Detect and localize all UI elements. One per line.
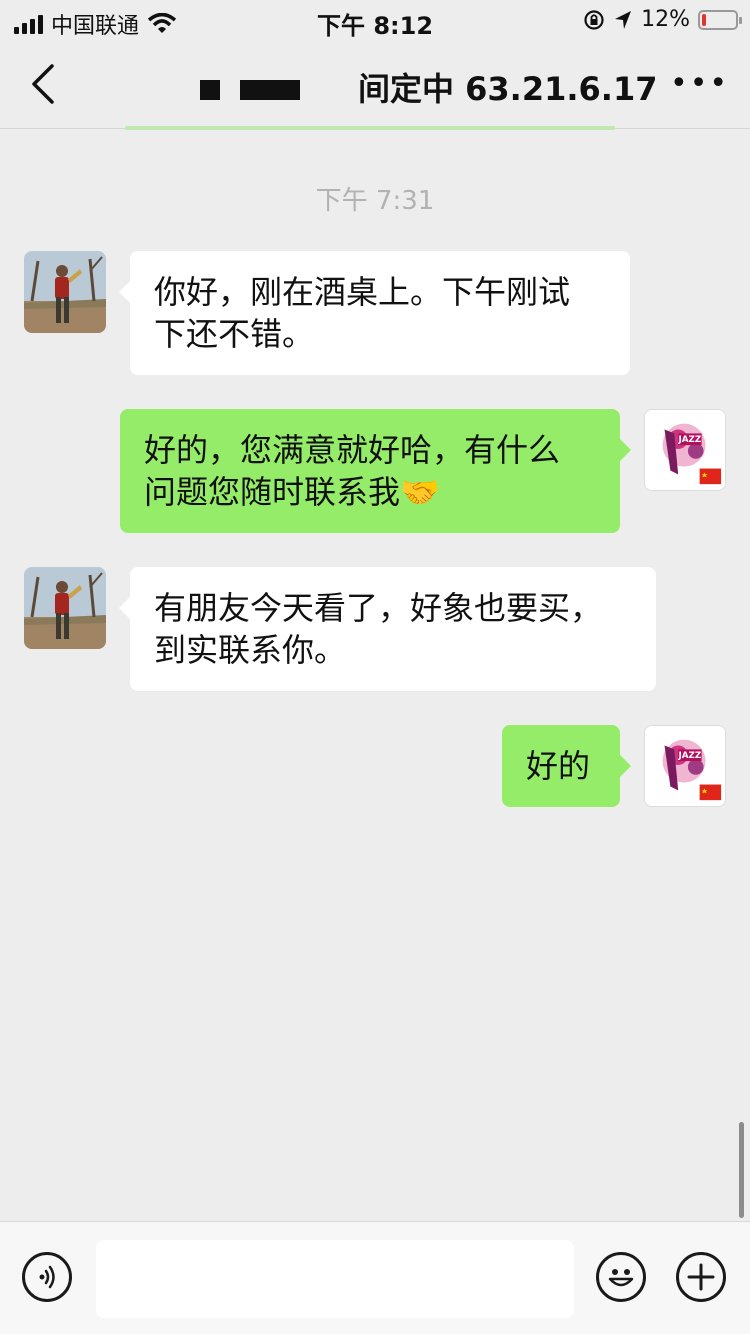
message-bubble-outgoing[interactable]: 好的 — [502, 725, 631, 807]
back-chevron-icon[interactable] — [26, 62, 66, 106]
redacted-name-block-1 — [200, 80, 220, 100]
battery-icon — [698, 9, 742, 30]
chat-header: 间定中 63.21.6.17 ••• — [0, 40, 750, 130]
plus-icon[interactable] — [676, 1252, 726, 1302]
self-avatar[interactable]: JAZZ — [644, 725, 726, 807]
chat-title: 间定中 63.21.6.17 — [358, 70, 658, 108]
message-bubble-incoming[interactable]: 有朋友今天看了，好象也要买， 到实联系你。 — [119, 567, 656, 691]
chat-scrollbar[interactable] — [739, 1122, 744, 1218]
svg-text:JAZZ: JAZZ — [677, 435, 701, 445]
orientation-lock-icon — [584, 9, 604, 30]
message-bubble-incoming[interactable]: 你好，刚在酒桌上。下午刚试 下还不错。 — [119, 251, 630, 375]
battery-percent: 12% — [641, 7, 690, 32]
contact-avatar[interactable] — [24, 251, 106, 333]
redacted-name-block-2 — [240, 80, 300, 100]
location-arrow-icon — [615, 10, 632, 29]
status-bar: 中国联通 下午 8:12 12% — [0, 0, 750, 40]
message-input[interactable] — [96, 1240, 574, 1318]
self-avatar[interactable]: JAZZ — [644, 409, 726, 491]
emoji-icon[interactable] — [596, 1252, 646, 1302]
input-bar — [0, 1221, 750, 1334]
battery-fill — [702, 13, 706, 26]
voice-icon[interactable] — [22, 1252, 72, 1302]
message-timestamp: 下午 7:31 — [315, 186, 435, 216]
status-right: 12% — [583, 7, 742, 32]
svg-text:JAZZ: JAZZ — [677, 751, 701, 761]
more-icon[interactable]: ••• — [670, 69, 727, 99]
contact-avatar[interactable] — [24, 567, 106, 649]
title-highlight-strip — [125, 126, 615, 130]
message-bubble-outgoing[interactable]: 好的，您满意就好哈，有什么 问题您随时联系我🤝 — [120, 409, 631, 533]
